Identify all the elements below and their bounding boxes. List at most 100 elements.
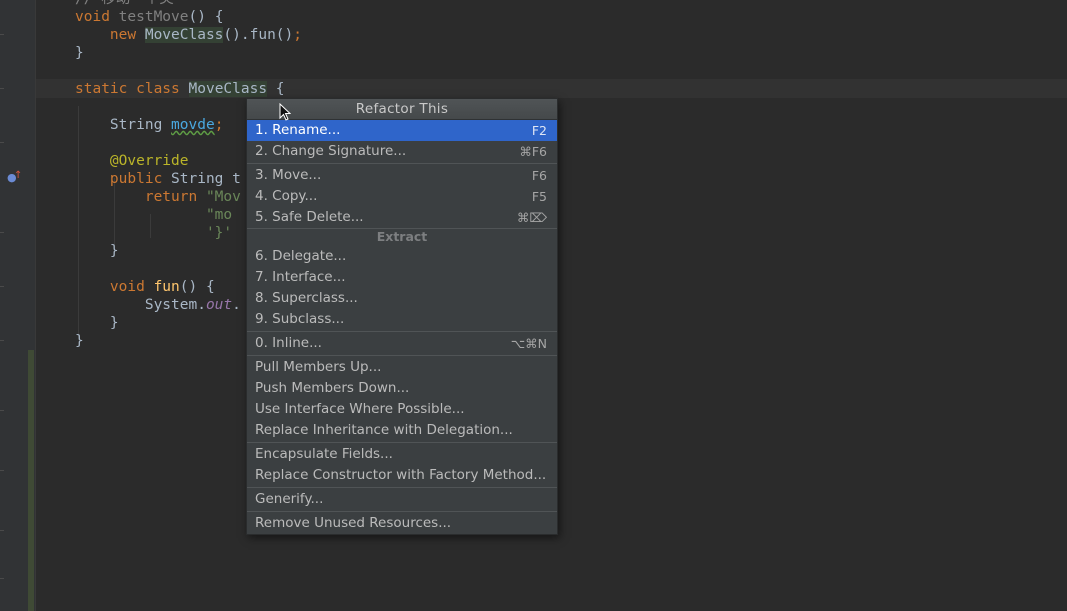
code-token: ().fun() — [223, 27, 294, 43]
code-line[interactable]: } — [75, 44, 302, 62]
menu-item-shortcut: F6 — [531, 168, 547, 183]
code-token: '}' — [75, 225, 233, 241]
menu-separator — [247, 510, 557, 513]
popup-title: Refactor This — [247, 99, 557, 120]
gutter-fold-marker — [0, 34, 4, 35]
menu-item-label: Push Members Down... — [255, 380, 410, 396]
code-token: MoveClass — [144, 27, 224, 43]
menu-item-shortcut: F5 — [531, 189, 547, 204]
code-token: } — [75, 243, 119, 259]
override-method-icon[interactable]: ● ↑ — [7, 170, 22, 185]
code-token: out — [205, 297, 233, 313]
code-line[interactable]: static class MoveClass { — [75, 80, 302, 98]
code-token: static class — [75, 81, 189, 97]
code-token: { — [267, 81, 285, 97]
menu-item-label: 2. Change Signature... — [255, 143, 407, 159]
code-token: } — [75, 45, 84, 61]
menu-item-label: Use Interface Where Possible... — [255, 401, 465, 417]
menu-item-label: 8. Superclass... — [255, 290, 358, 306]
gutter-fold-marker — [0, 286, 4, 287]
code-token: movde — [171, 117, 215, 133]
menu-item-shortcut: F2 — [531, 123, 547, 138]
menu-item[interactable]: Generify... — [247, 489, 557, 510]
menu-group-label: Extract — [247, 228, 557, 246]
code-token: return — [75, 189, 206, 205]
code-token: } — [75, 315, 119, 331]
menu-item[interactable]: Encapsulate Fields... — [247, 444, 557, 465]
menu-item-label: 5. Safe Delete... — [255, 209, 364, 225]
code-token: // 移动一个类 — [75, 0, 174, 7]
code-token: testMove — [118, 9, 189, 25]
menu-separator — [247, 354, 557, 357]
menu-item[interactable]: Use Interface Where Possible... — [247, 399, 557, 420]
code-token: . — [232, 297, 241, 313]
menu-item-label: Replace Constructor with Factory Method.… — [255, 467, 547, 483]
menu-item-label: Replace Inheritance with Delegation... — [255, 422, 513, 438]
menu-item-shortcut: ⌥⌘N — [510, 336, 547, 351]
code-token: "Mov — [205, 189, 241, 205]
gutter-fold-marker — [0, 410, 4, 411]
code-token: String — [75, 117, 172, 133]
menu-separator — [247, 441, 557, 444]
gutter-fold-marker — [0, 578, 4, 579]
menu-item[interactable]: Remove Unused Resources... — [247, 513, 557, 534]
menu-item[interactable]: Replace Constructor with Factory Method.… — [247, 465, 557, 486]
gutter-fold-marker — [0, 88, 4, 89]
menu-item[interactable]: 5. Safe Delete... ⌘⌦ — [247, 207, 557, 228]
menu-item[interactable]: Replace Inheritance with Delegation... — [247, 420, 557, 441]
refactor-menu-list: 1. Rename... F2 2. Change Signature... ⌘F6 3… — [247, 120, 557, 534]
refactor-this-popup: Refactor This 1. Rename... F2 2. Change Si… — [246, 98, 558, 535]
menu-item-label: Generify... — [255, 491, 324, 507]
menu-item-label: 4. Copy... — [255, 188, 318, 204]
code-line[interactable]: // 移动一个类 — [75, 0, 302, 8]
menu-item[interactable]: 8. Superclass... — [247, 288, 557, 309]
code-token: } — [75, 333, 84, 349]
menu-item[interactable]: 9. Subclass... — [247, 309, 557, 330]
code-line[interactable]: new MoveClass().fun(); — [75, 26, 302, 44]
menu-item[interactable]: 6. Delegate... — [247, 246, 557, 267]
menu-item-label: Pull Members Up... — [255, 359, 382, 375]
menu-separator — [247, 162, 557, 165]
menu-item-shortcut: ⌘F6 — [519, 144, 547, 159]
code-token: MoveClass — [188, 81, 268, 97]
code-token: ; — [293, 27, 302, 43]
menu-item-label: Remove Unused Resources... — [255, 515, 452, 531]
code-line[interactable]: ​ — [75, 62, 302, 80]
gutter-fold-marker — [0, 232, 4, 233]
menu-separator — [247, 330, 557, 333]
mouse-pointer-icon — [279, 103, 291, 121]
menu-item-label: 9. Subclass... — [255, 311, 345, 327]
code-token: "mo — [75, 207, 233, 223]
gutter-fold-marker — [0, 340, 4, 341]
menu-item[interactable]: Push Members Down... — [247, 378, 557, 399]
menu-item[interactable]: 2. Change Signature... ⌘F6 — [247, 141, 557, 162]
menu-item[interactable]: Pull Members Up... — [247, 357, 557, 378]
gutter-fold-marker — [0, 470, 4, 471]
menu-item-label: 0. Inline... — [255, 335, 322, 351]
code-token: void — [75, 9, 119, 25]
menu-item-label: Encapsulate Fields... — [255, 446, 393, 462]
menu-item-shortcut: ⌘⌦ — [516, 210, 547, 225]
code-token: @Override — [75, 153, 189, 169]
menu-item-label: 3. Move... — [255, 167, 322, 183]
menu-item[interactable]: 7. Interface... — [247, 267, 557, 288]
code-line[interactable]: void testMove() { — [75, 8, 302, 26]
menu-separator — [247, 486, 557, 489]
code-token: public — [75, 171, 172, 187]
menu-item[interactable]: 0. Inline... ⌥⌘N — [247, 333, 557, 354]
menu-item-label: 6. Delegate... — [255, 248, 347, 264]
gutter-fold-marker — [0, 530, 4, 531]
menu-item[interactable]: 3. Move... F6 — [247, 165, 557, 186]
code-token: new — [75, 27, 145, 43]
code-token: void — [75, 279, 154, 295]
code-token: fun — [153, 279, 180, 295]
code-token: () { — [179, 279, 215, 295]
code-token: String t — [171, 171, 241, 187]
menu-item-label: 7. Interface... — [255, 269, 346, 285]
code-token: ; — [214, 117, 224, 133]
gutter-fold-marker — [0, 142, 4, 143]
menu-item[interactable]: 1. Rename... F2 — [247, 120, 557, 141]
code-token: System. — [75, 297, 206, 313]
menu-item[interactable]: 4. Copy... F5 — [247, 186, 557, 207]
vcs-change-marker — [28, 350, 34, 611]
